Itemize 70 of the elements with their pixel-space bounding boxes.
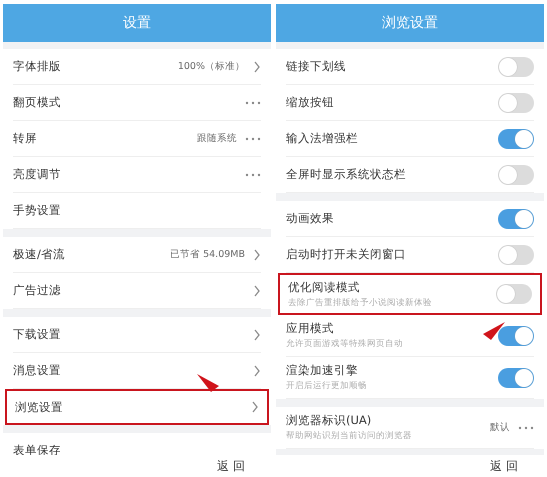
row-label: 应用模式 (286, 321, 335, 336)
toggle-switch[interactable] (498, 56, 534, 76)
settings-row[interactable]: 浏览设置 (5, 389, 269, 425)
chevron-icon (253, 328, 261, 340)
row-label: 优化阅读模式 (288, 280, 361, 294)
row-label: 缩放按钮 (286, 95, 335, 110)
row-label: 广告过滤 (13, 283, 62, 298)
settings-row[interactable]: 转屏 跟随系统 (13, 121, 261, 157)
toggle-switch[interactable] (498, 208, 534, 228)
toggle-switch[interactable] (496, 284, 532, 304)
row-label: 链接下划线 (286, 59, 347, 74)
chevron-icon (253, 60, 261, 72)
row-label: 翻页模式 (13, 95, 62, 110)
back-button[interactable]: 返 回 (217, 458, 245, 474)
settings-row[interactable]: 极速/省流 已节省 54.09MB (13, 237, 261, 273)
row-label: 渲染加速引擎 (286, 363, 359, 378)
row-label: 浏览设置 (15, 400, 64, 414)
settings-row[interactable]: 缩放按钮 (286, 85, 534, 121)
row-label: 转屏 (13, 131, 38, 146)
toggle-switch[interactable] (498, 326, 534, 346)
settings-row[interactable]: 链接下划线 (286, 49, 534, 85)
toggle-switch[interactable] (498, 128, 534, 148)
settings-row[interactable]: 启动时打开未关闭窗口 (286, 237, 534, 273)
row-value: 跟随系统 (197, 132, 237, 145)
row-value: 已节省 54.09MB (170, 248, 245, 261)
more-icon (518, 426, 534, 430)
row-value: 默认 (490, 421, 510, 434)
toggle-switch[interactable] (498, 92, 534, 112)
toggle-switch[interactable] (498, 244, 534, 264)
more-icon (245, 136, 261, 140)
row-label: 手势设置 (13, 203, 62, 218)
settings-row[interactable]: 亮度调节 (13, 157, 261, 193)
settings-row[interactable]: 字体排版 100%（标准） (13, 49, 261, 85)
settings-row[interactable]: 手势设置 (13, 193, 261, 229)
row-label: 下载设置 (13, 327, 62, 342)
row-description: 开启后运行更加顺畅 (286, 380, 368, 392)
settings-row[interactable]: 全屏时显示系统状态栏 (286, 157, 534, 193)
chevron-icon (253, 284, 261, 296)
row-label: 动画效果 (286, 211, 335, 226)
pointer-arrow (197, 374, 219, 392)
settings-row[interactable]: 优化阅读模式 去除广告重排版给予小说阅读新体验 (278, 273, 542, 315)
chevron-icon (253, 364, 261, 376)
screen-title: 浏览设置 (276, 4, 544, 42)
settings-row[interactable]: 动画效果 (286, 201, 534, 237)
toggle-switch[interactable] (498, 368, 534, 388)
chevron-icon (251, 401, 259, 413)
chevron-icon (253, 248, 261, 260)
more-icon (245, 100, 261, 104)
screen-title: 设置 (3, 4, 271, 42)
settings-row[interactable]: 下载设置 (13, 317, 261, 353)
pointer-arrow (483, 322, 505, 340)
row-label: 浏览器标识(UA) (286, 413, 372, 428)
settings-row[interactable]: 翻页模式 (13, 85, 261, 121)
row-label: 输入法增强栏 (286, 131, 359, 146)
row-label: 字体排版 (13, 59, 62, 74)
row-description: 去除广告重排版给予小说阅读新体验 (288, 296, 433, 308)
row-label: 启动时打开未关闭窗口 (286, 247, 407, 262)
row-label: 全屏时显示系统状态栏 (286, 167, 407, 182)
row-label: 亮度调节 (13, 167, 62, 182)
row-description: 帮助网站识别当前访问的浏览器 (286, 430, 413, 442)
settings-row[interactable]: 输入法增强栏 (286, 121, 534, 157)
more-icon (245, 172, 261, 176)
row-description: 允许页面游戏等特殊网页自动 (286, 338, 404, 350)
row-value: 100%（标准） (178, 60, 245, 73)
back-button[interactable]: 返 回 (490, 458, 518, 474)
toggle-switch[interactable] (498, 164, 534, 184)
settings-row[interactable]: 渲染加速引擎 开启后运行更加顺畅 (286, 357, 534, 399)
row-label: 极速/省流 (13, 247, 66, 262)
row-label: 消息设置 (13, 363, 62, 378)
settings-row[interactable]: 广告过滤 (13, 273, 261, 309)
